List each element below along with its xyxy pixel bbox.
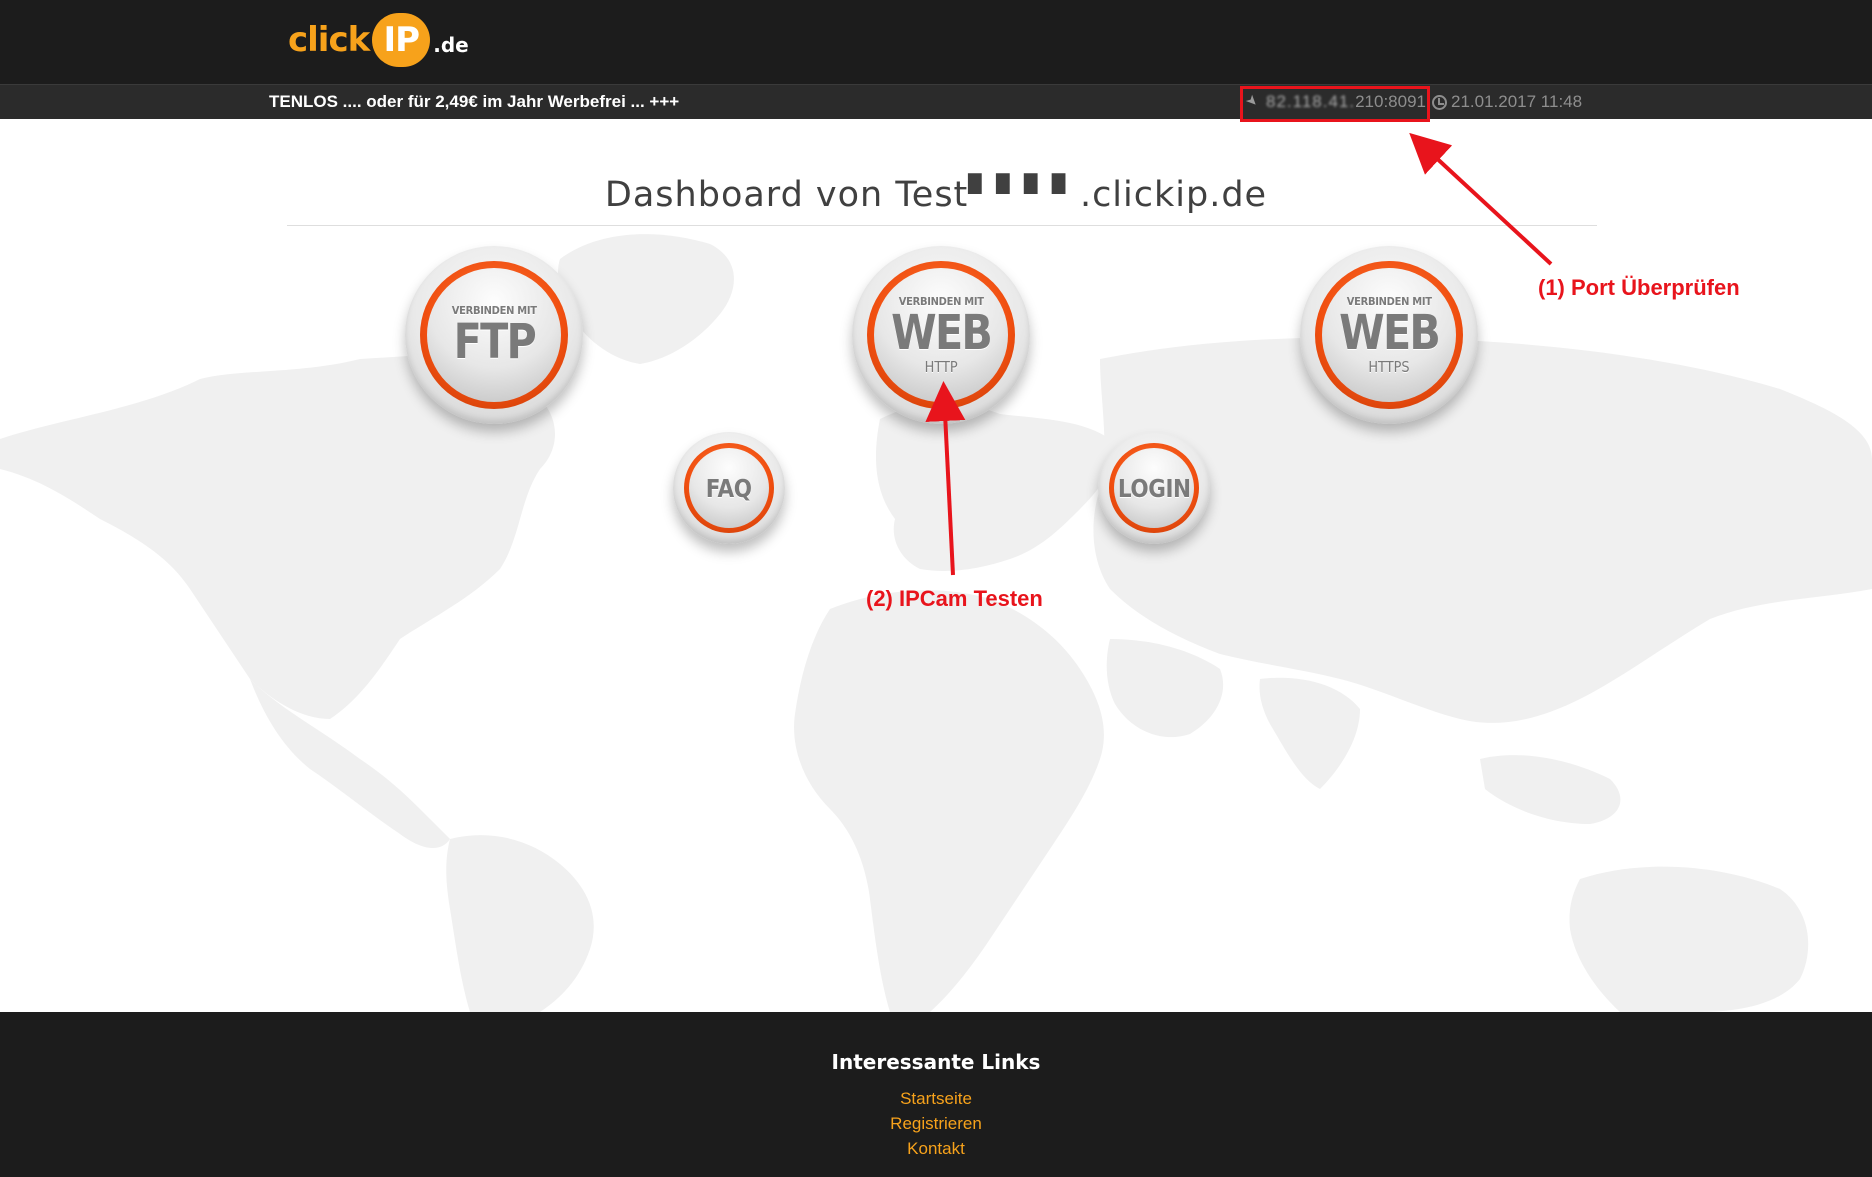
footer: Interessante Links Startseite Registrier… <box>0 1012 1872 1177</box>
footer-link-registrieren[interactable]: Registrieren <box>890 1114 982 1133</box>
button-ring: LOGIN <box>1109 443 1199 533</box>
clock-icon <box>1432 94 1447 110</box>
button-face: VERBINDEN MIT WEB HTTPS <box>1322 268 1456 402</box>
footer-link-kontakt[interactable]: Kontakt <box>907 1139 965 1158</box>
annotation-port-check: (1) Port Überprüfen <box>1538 275 1740 300</box>
dashboard-main: Dashboard von Test▘▘▘▘.clickip.de VERBIN… <box>0 119 1872 1012</box>
button-ring: VERBINDEN MIT WEB HTTPS <box>1315 261 1463 409</box>
page-title: Dashboard von Test▘▘▘▘.clickip.de <box>604 175 1268 215</box>
button-face: VERBINDEN MIT WEB HTTP <box>874 268 1008 402</box>
button-ring: VERBINDEN MIT WEB HTTP <box>867 261 1015 409</box>
button-caption-main: FTP <box>453 313 536 370</box>
button-bezel: VERBINDEN MIT WEB HTTP <box>852 246 1030 424</box>
footer-heading: Interessante Links <box>831 1050 1041 1074</box>
button-bezel: VERBINDEN MIT FTP <box>405 246 583 424</box>
logo-click-text: click <box>288 20 370 60</box>
button-face: LOGIN <box>1114 448 1194 528</box>
button-face: FAQ <box>689 448 769 528</box>
connect-web-http-button[interactable]: VERBINDEN MIT WEB HTTP <box>852 246 1030 424</box>
logo-tld-text: .de <box>433 33 469 57</box>
button-caption-main: FAQ <box>706 473 752 503</box>
button-bezel: VERBINDEN MIT WEB HTTPS <box>1300 246 1478 424</box>
button-caption-main: LOGIN <box>1117 473 1191 503</box>
connect-web-https-button[interactable]: VERBINDEN MIT WEB HTTPS <box>1300 246 1478 424</box>
footer-links: Startseite Registrieren Kontakt <box>0 1086 1872 1161</box>
header-bar: click IP .de <box>0 0 1872 84</box>
page: click IP .de TENLOS .... oder für 2,49€ … <box>0 0 1872 1177</box>
current-datetime: 21.01.2017 11:48 <box>1451 92 1583 111</box>
button-ring: VERBINDEN MIT FTP <box>420 261 568 409</box>
news-ticker: TENLOS .... oder für 2,49€ im Jahr Werbe… <box>269 92 680 111</box>
button-caption-sub: HTTP <box>924 357 958 376</box>
annotation-highlight-box <box>1240 86 1430 122</box>
button-caption-main: WEB <box>890 304 993 361</box>
button-caption-main: WEB <box>1338 304 1441 361</box>
faq-button[interactable]: FAQ <box>673 432 785 544</box>
connect-ftp-button[interactable]: VERBINDEN MIT FTP <box>405 246 583 424</box>
title-divider <box>287 225 1597 226</box>
annotation-ipcam-test: (2) IPCam Testen <box>866 586 1043 611</box>
logo-ip-badge: IP <box>372 13 431 67</box>
button-bezel: LOGIN <box>1098 432 1210 544</box>
info-bar: TENLOS .... oder für 2,49€ im Jahr Werbe… <box>0 84 1872 122</box>
button-bezel: FAQ <box>673 432 785 544</box>
button-ring: FAQ <box>684 443 774 533</box>
button-caption-sub: HTTPS <box>1368 357 1410 376</box>
clickip-logo[interactable]: click IP .de <box>288 12 469 68</box>
button-face: VERBINDEN MIT FTP <box>427 268 561 402</box>
footer-link-startseite[interactable]: Startseite <box>900 1089 972 1108</box>
login-button[interactable]: LOGIN <box>1098 432 1210 544</box>
